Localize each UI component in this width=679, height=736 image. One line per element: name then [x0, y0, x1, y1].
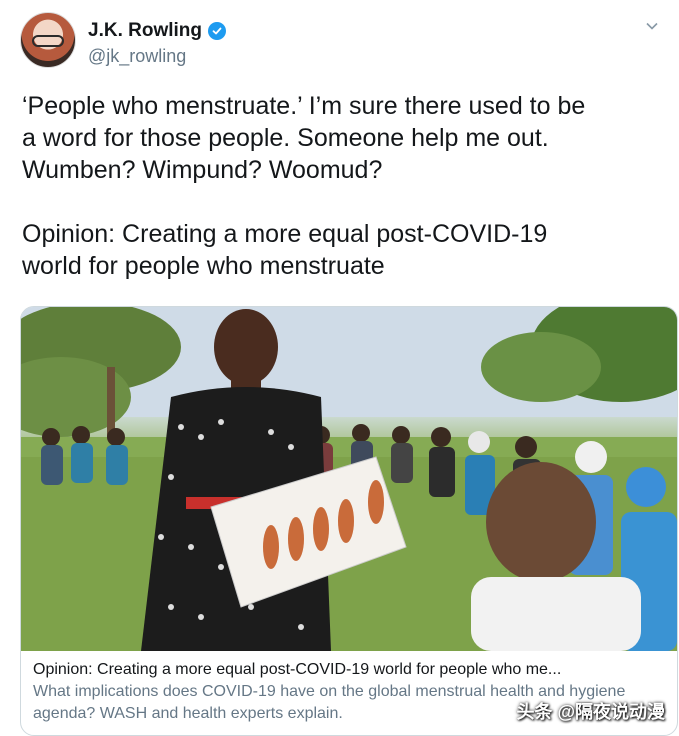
verified-icon	[208, 22, 226, 40]
article-photo[interactable]	[21, 307, 677, 651]
tweet-text: ‘People who menstruate.’ I’m sure there …	[22, 90, 662, 282]
article-photo-illustration	[21, 307, 677, 651]
avatar-glasses	[32, 35, 64, 47]
link-card[interactable]: Opinion: Creating a more equal post-COVI…	[20, 306, 678, 736]
tweet-line: a word for those people. Someone help me…	[22, 124, 549, 152]
tweet-header: J.K. Rowling @jk_rowling	[20, 12, 660, 72]
chevron-down-icon[interactable]	[644, 18, 660, 34]
author-name-row: J.K. Rowling	[88, 20, 226, 42]
watermark: 头条 @隔夜说动漫	[516, 702, 665, 722]
card-title[interactable]: Opinion: Creating a more equal post-COVI…	[33, 659, 663, 681]
tweet-line: Wumben? Wimpund? Woomud?	[22, 156, 383, 184]
avatar[interactable]	[20, 12, 76, 68]
tweet-quote-line: Opinion: Creating a more equal post-COVI…	[22, 220, 548, 248]
tweet-line: ‘People who menstruate.’ I’m sure there …	[22, 92, 586, 120]
author-name[interactable]: J.K. Rowling	[88, 20, 202, 42]
tweet-quote-line: world for people who menstruate	[22, 252, 385, 280]
author-handle[interactable]: @jk_rowling	[88, 46, 186, 67]
